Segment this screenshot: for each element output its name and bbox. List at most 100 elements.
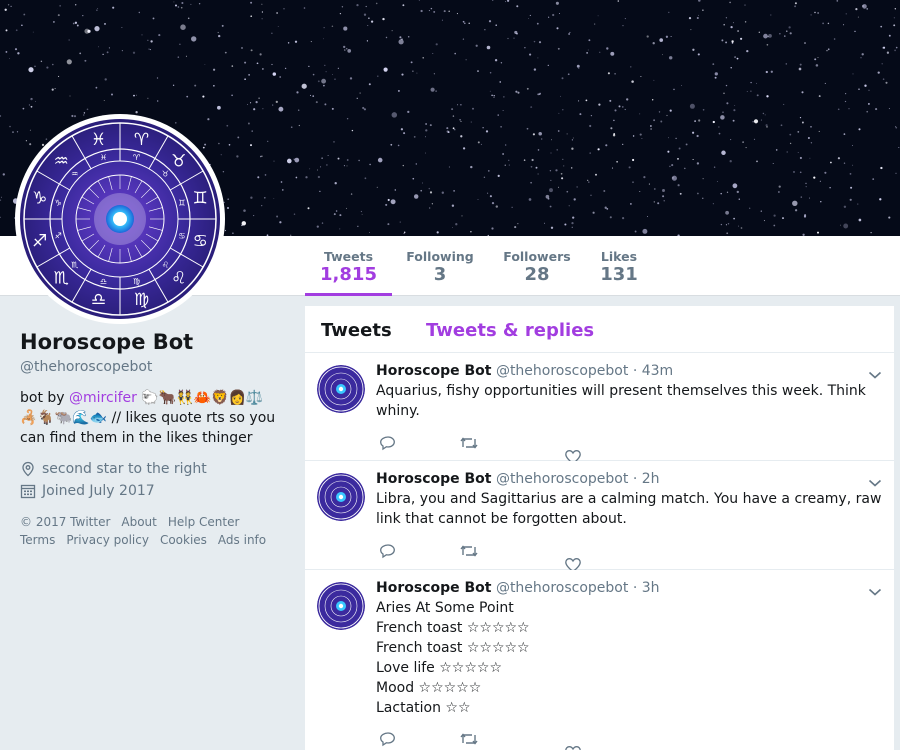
tweet-timestamp[interactable]: · 43m [628, 363, 673, 379]
tweet-avatar[interactable] [317, 473, 365, 521]
star [271, 32, 273, 34]
star [28, 104, 30, 106]
star [385, 36, 388, 39]
star [788, 26, 791, 29]
star [459, 118, 461, 121]
star [866, 110, 869, 113]
star [243, 209, 246, 212]
star [817, 57, 819, 59]
retweet-button[interactable] [459, 434, 479, 456]
tweet-menu-button[interactable] [868, 473, 882, 492]
star [555, 1, 559, 5]
profile-name[interactable]: Horoscope Bot [20, 330, 290, 354]
profile-handle[interactable]: @thehoroscopebot [20, 359, 290, 375]
star [443, 10, 446, 13]
footer-cookies-link[interactable]: Cookies [160, 533, 207, 547]
like-button[interactable] [564, 744, 582, 750]
footer-terms-link[interactable]: Terms [20, 533, 55, 547]
tweet-author-handle[interactable]: @thehoroscopebot [496, 580, 628, 596]
star [662, 189, 665, 192]
star [692, 131, 695, 134]
reply-button[interactable] [379, 434, 397, 456]
tweet-text-line: Aquarius, fishy opportunities will prese… [376, 383, 866, 419]
star [363, 108, 367, 111]
reply-button[interactable] [379, 730, 397, 750]
star [557, 130, 560, 132]
tweet-avatar[interactable] [317, 365, 365, 413]
stat-likes[interactable]: Likes 131 [594, 236, 644, 296]
tweet-author-handle[interactable]: @thehoroscopebot [496, 471, 628, 487]
stat-tweets[interactable]: Tweets 1,815 [305, 236, 392, 296]
svg-text:♐: ♐ [32, 232, 47, 252]
star [486, 45, 491, 50]
retweet-button[interactable] [459, 542, 479, 564]
star [495, 205, 498, 208]
star [589, 152, 591, 154]
star [652, 42, 655, 45]
star [537, 57, 539, 59]
star [187, 17, 190, 20]
star [424, 152, 426, 154]
star [535, 166, 538, 169]
tweet-menu-button[interactable] [868, 582, 882, 601]
star [592, 211, 595, 214]
tweet-menu-button[interactable] [868, 365, 882, 384]
tweet-2[interactable]: Horoscope Bot @thehoroscopebot · 2h Libr… [305, 461, 894, 573]
star [764, 114, 766, 116]
star [587, 49, 589, 51]
tab-tweets-and-replies[interactable]: Tweets & replies [426, 320, 594, 341]
star [489, 71, 492, 74]
star [857, 203, 859, 205]
star [810, 14, 812, 16]
star [652, 99, 654, 101]
star [720, 192, 722, 195]
star [0, 115, 2, 117]
stat-following[interactable]: Following 3 [400, 236, 480, 296]
star [52, 20, 55, 23]
star [34, 65, 36, 68]
footer-copyright: © 2017 Twitter [20, 515, 111, 529]
star [351, 129, 354, 132]
tweet-header: Horoscope Bot @thehoroscopebot · 43m [376, 362, 884, 380]
footer-privacy-link[interactable]: Privacy policy [66, 533, 149, 547]
profile-avatar[interactable]: ♈ ♈ ♉ ♉ ♊ ♊ ♋ ♋ ♌ ♌ ♍ ♍ ♎ ♎ ♏ ♏ ♐ ♐ ♑ ♑ ♒ ♒ ♓ ♓ [15, 114, 225, 324]
tweet-author-name[interactable]: Horoscope Bot [376, 580, 491, 596]
star [231, 94, 233, 97]
stat-followers[interactable]: Followers 28 [497, 236, 577, 296]
tweet-body: Horoscope Bot @thehoroscopebot · 3h Arie… [376, 579, 884, 718]
tweet-author-name[interactable]: Horoscope Bot [376, 471, 491, 487]
tab-tweets[interactable]: Tweets [321, 320, 392, 341]
star [815, 64, 819, 67]
footer-ads-link[interactable]: Ads info [218, 533, 266, 547]
footer-help-link[interactable]: Help Center [168, 515, 240, 529]
star [394, 189, 397, 191]
star [403, 132, 406, 135]
star [402, 164, 404, 167]
tweet-author-name[interactable]: Horoscope Bot [376, 363, 491, 379]
star [294, 40, 298, 43]
star [132, 51, 136, 54]
star [573, 198, 576, 201]
tweet-author-handle[interactable]: @thehoroscopebot [496, 363, 628, 379]
star [279, 221, 282, 224]
tweet-timestamp[interactable]: · 2h [628, 471, 660, 487]
tweet-1[interactable]: Horoscope Bot @thehoroscopebot · 43m Aqu… [305, 353, 894, 465]
star [559, 95, 561, 97]
tweet-avatar[interactable] [317, 582, 365, 630]
star [572, 216, 575, 219]
star [461, 215, 463, 217]
star [530, 165, 533, 168]
star [133, 94, 135, 97]
star [454, 52, 456, 55]
star [83, 114, 85, 116]
star [477, 141, 480, 144]
reply-button[interactable] [379, 542, 397, 564]
footer-about-link[interactable]: About [121, 515, 156, 529]
tweet-3[interactable]: Horoscope Bot @thehoroscopebot · 3h Arie… [305, 570, 894, 750]
star [588, 181, 590, 183]
star [538, 41, 542, 44]
bio-mention-link[interactable]: @mircifer [69, 390, 137, 406]
star [737, 30, 740, 32]
retweet-button[interactable] [459, 730, 479, 750]
tweet-timestamp[interactable]: · 3h [628, 580, 660, 596]
